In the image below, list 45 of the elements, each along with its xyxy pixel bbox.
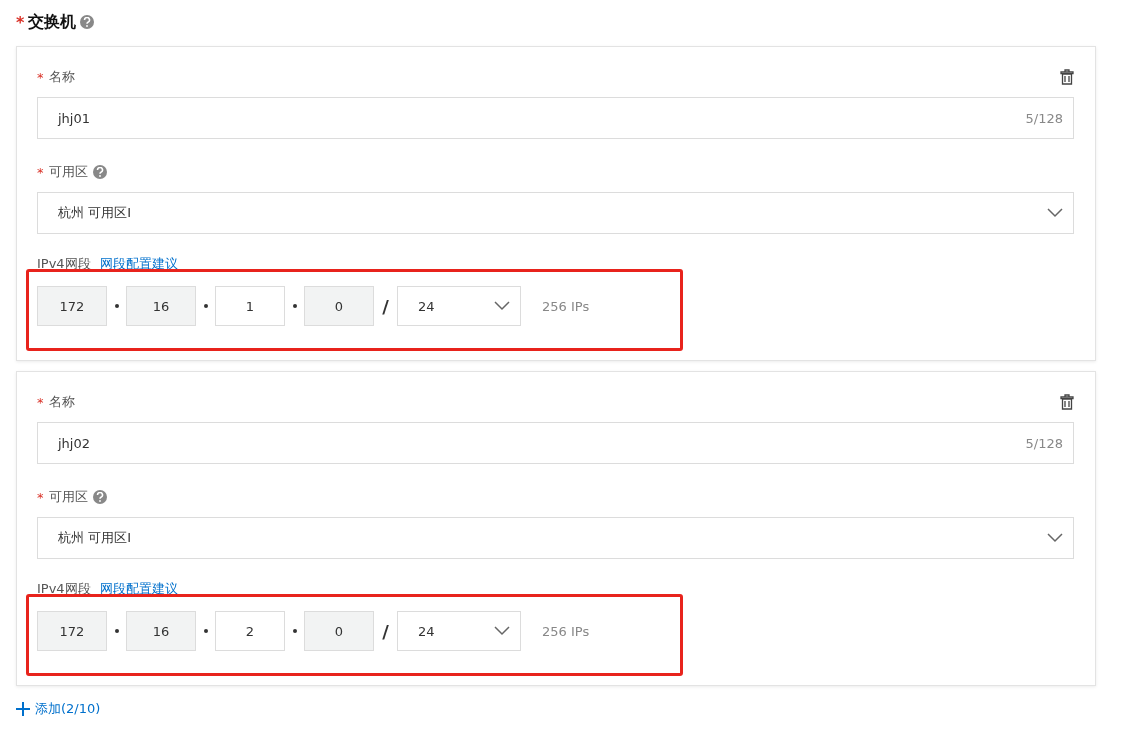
required-mark: * [16, 12, 25, 32]
prefix-select[interactable]: 24 [397, 611, 521, 651]
config-suggestion-link[interactable]: 网段配置建议 [99, 255, 178, 273]
dot-icon [292, 304, 297, 308]
field-label: IPv4网段 [37, 255, 91, 273]
slash-separator: / [381, 620, 390, 642]
chevron-down-icon [1047, 208, 1063, 218]
char-count: 5/128 [1025, 110, 1063, 126]
required-mark: * [37, 489, 44, 505]
field-label: 可用区 [48, 488, 88, 506]
field-label: 可用区 [48, 163, 88, 181]
ip-count: 256 IPs [542, 623, 590, 639]
section-title: 交换机 [28, 11, 77, 33]
dot-icon [292, 629, 297, 633]
octet-input[interactable]: 2 [215, 611, 285, 651]
chevron-down-icon [494, 626, 510, 636]
dot-icon [114, 304, 119, 308]
prefix-select[interactable]: 24 [397, 286, 521, 326]
chevron-down-icon [1047, 533, 1063, 543]
char-count: 5/128 [1025, 435, 1063, 451]
trash-icon[interactable] [1060, 394, 1074, 410]
help-icon[interactable] [80, 15, 95, 29]
help-icon[interactable] [92, 490, 107, 504]
zone-select[interactable]: 杭州 可用区I [37, 517, 1074, 559]
field-label: 名称 [48, 68, 75, 86]
required-mark: * [37, 69, 44, 85]
required-mark: * [37, 394, 44, 410]
zone-select[interactable]: 杭州 可用区I [37, 192, 1074, 234]
dot-icon [114, 629, 119, 633]
add-button[interactable]: 添加(2/10) [16, 700, 101, 718]
chevron-down-icon [494, 301, 510, 311]
dot-icon [203, 304, 208, 308]
dot-icon [203, 629, 208, 633]
trash-icon[interactable] [1060, 69, 1074, 85]
config-suggestion-link[interactable]: 网段配置建议 [99, 580, 178, 598]
plus-icon [16, 702, 30, 716]
name-input[interactable]: jhj02 5/128 [37, 422, 1074, 464]
field-label: 名称 [48, 393, 75, 411]
required-mark: * [37, 164, 44, 180]
ip-count: 256 IPs [542, 298, 590, 314]
slash-separator: / [381, 295, 390, 317]
octet-input[interactable]: 1 [215, 286, 285, 326]
field-label: IPv4网段 [37, 580, 91, 598]
help-icon[interactable] [92, 165, 107, 179]
name-input[interactable]: jhj01 5/128 [37, 97, 1074, 139]
